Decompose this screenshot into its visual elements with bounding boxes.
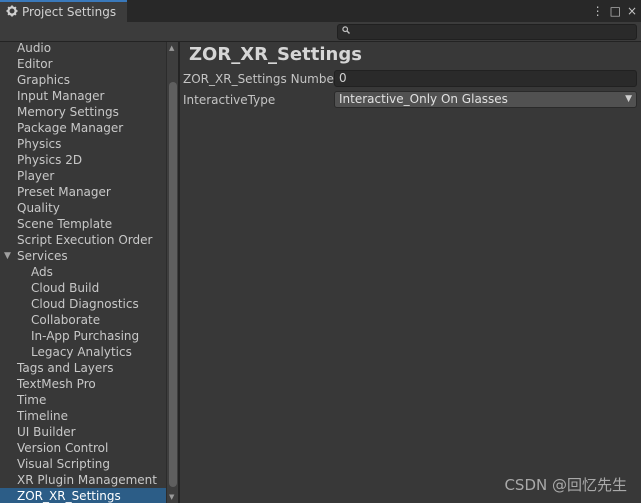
settings-toolbar xyxy=(0,22,641,42)
sidebar-item-label: Physics 2D xyxy=(17,153,83,167)
search-input[interactable] xyxy=(337,24,637,40)
sidebar-item-script-execution-order[interactable]: Script Execution Order xyxy=(0,232,166,248)
sidebar-item-label: Timeline xyxy=(17,409,69,423)
interactive-type-dropdown[interactable]: Interactive_Only On Glasses ▼ xyxy=(334,91,637,108)
sidebar-item-ui-builder[interactable]: UI Builder xyxy=(0,424,166,440)
sidebar-item-input-manager[interactable]: Input Manager xyxy=(0,88,166,104)
search-icon xyxy=(342,26,350,37)
window-controls: ⋮ □ × xyxy=(592,3,637,19)
sidebar-item-label: TextMesh Pro xyxy=(17,377,96,391)
chevron-down-icon: ▼ xyxy=(625,94,632,104)
maximize-icon[interactable]: □ xyxy=(610,3,621,19)
sidebar-item-visual-scripting[interactable]: Visual Scripting xyxy=(0,456,166,472)
sidebar-item-preset-manager[interactable]: Preset Manager xyxy=(0,184,166,200)
sidebar-item-label: UI Builder xyxy=(17,425,76,439)
sidebar-item-cloud-build[interactable]: Cloud Build xyxy=(0,280,166,296)
sidebar-item-label: Physics xyxy=(17,137,62,151)
sidebar-item-label: Audio xyxy=(17,42,52,55)
scrollbar-thumb[interactable] xyxy=(169,82,177,487)
sidebar-item-services[interactable]: ▼ Services xyxy=(0,248,166,264)
sidebar-item-quality[interactable]: Quality xyxy=(0,200,166,216)
sidebar-item-label: Time xyxy=(17,393,47,407)
settings-content: ZOR_XR_Settings ZOR_XR_Settings Number 0… xyxy=(180,42,641,503)
sidebar-item-in-app-purchasing[interactable]: In-App Purchasing xyxy=(0,328,166,344)
close-icon[interactable]: × xyxy=(627,3,637,19)
sidebar-item-timeline[interactable]: Timeline xyxy=(0,408,166,424)
sidebar-item-label: Services xyxy=(17,249,68,263)
scroll-down-icon[interactable]: ▼ xyxy=(169,493,174,501)
sidebar-item-textmesh-pro[interactable]: TextMesh Pro xyxy=(0,376,166,392)
watermark-text: CSDN @回忆先生 xyxy=(504,476,627,494)
sidebar-item-label: Tags and Layers xyxy=(17,361,114,375)
sidebar-item-label: Legacy Analytics xyxy=(31,345,132,359)
sidebar-item-label: Editor xyxy=(17,57,53,71)
sidebar-item-xr-plugin-management[interactable]: XR Plugin Management xyxy=(0,472,166,488)
sidebar-item-scene-template[interactable]: Scene Template xyxy=(0,216,166,232)
sidebar-item-package-manager[interactable]: Package Manager xyxy=(0,120,166,136)
sidebar-list: Audio Editor Graphics Input Manager Memory S… xyxy=(0,42,166,503)
settings-sidebar: Audio Editor Graphics Input Manager Memory S… xyxy=(0,42,166,503)
sidebar-item-zor-xr-settings[interactable]: ZOR_XR_Settings xyxy=(0,488,166,503)
sidebar-item-label: Input Manager xyxy=(17,89,105,103)
sidebar-item-label: XR Plugin Management xyxy=(17,473,157,487)
sidebar-item-label: ZOR_XR_Settings xyxy=(17,489,121,503)
sidebar-item-physics-2d[interactable]: Physics 2D xyxy=(0,152,166,168)
interactive-type-value: Interactive_Only On Glasses xyxy=(339,92,508,106)
settings-number-field[interactable]: 0 xyxy=(334,70,637,87)
foldout-arrow-icon[interactable]: ▼ xyxy=(4,248,11,264)
sidebar-item-player[interactable]: Player xyxy=(0,168,166,184)
tab-project-settings[interactable]: Project Settings xyxy=(0,0,127,22)
sidebar-item-ads[interactable]: Ads xyxy=(0,264,166,280)
sidebar-item-label: Script Execution Order xyxy=(17,233,153,247)
sidebar-item-label: Package Manager xyxy=(17,121,124,135)
scroll-up-icon[interactable]: ▲ xyxy=(169,44,174,52)
sidebar-item-tags-and-layers[interactable]: Tags and Layers xyxy=(0,360,166,376)
sidebar-item-collaborate[interactable]: Collaborate xyxy=(0,312,166,328)
sidebar-item-cloud-diagnostics[interactable]: Cloud Diagnostics xyxy=(0,296,166,312)
page-title: ZOR_XR_Settings xyxy=(189,44,362,65)
sidebar-item-time[interactable]: Time xyxy=(0,392,166,408)
sidebar-item-label: Version Control xyxy=(17,441,109,455)
sidebar-item-label: Preset Manager xyxy=(17,185,111,199)
tab-title: Project Settings xyxy=(22,5,117,19)
sidebar-item-label: Quality xyxy=(17,201,60,215)
sidebar-item-label: Collaborate xyxy=(31,313,101,327)
sidebar-item-physics[interactable]: Physics xyxy=(0,136,166,152)
sidebar-item-label: Cloud Build xyxy=(31,281,100,295)
number-field-label: ZOR_XR_Settings Number xyxy=(183,72,339,86)
gear-icon xyxy=(6,5,18,20)
sidebar-item-label: Player xyxy=(17,169,55,183)
more-icon[interactable]: ⋮ xyxy=(592,3,604,19)
sidebar-item-editor[interactable]: Editor xyxy=(0,56,166,72)
sidebar-scrollbar[interactable]: ▲ ▼ xyxy=(166,42,178,503)
sidebar-item-memory-settings[interactable]: Memory Settings xyxy=(0,104,166,120)
sidebar-item-label: Graphics xyxy=(17,73,70,87)
sidebar-item-version-control[interactable]: Version Control xyxy=(0,440,166,456)
window-tab-bar: Project Settings ⋮ □ × xyxy=(0,0,641,22)
sidebar-item-label: Visual Scripting xyxy=(17,457,110,471)
sidebar-item-legacy-analytics[interactable]: Legacy Analytics xyxy=(0,344,166,360)
sidebar-item-label: Memory Settings xyxy=(17,105,119,119)
sidebar-item-label: Scene Template xyxy=(17,217,113,231)
sidebar-item-label: Ads xyxy=(31,265,53,279)
sidebar-item-graphics[interactable]: Graphics xyxy=(0,72,166,88)
sidebar-item-label: Cloud Diagnostics xyxy=(31,297,139,311)
sidebar-item-label: In-App Purchasing xyxy=(31,329,140,343)
sidebar-item-audio[interactable]: Audio xyxy=(0,42,166,56)
interactive-type-label: InteractiveType xyxy=(183,93,276,107)
